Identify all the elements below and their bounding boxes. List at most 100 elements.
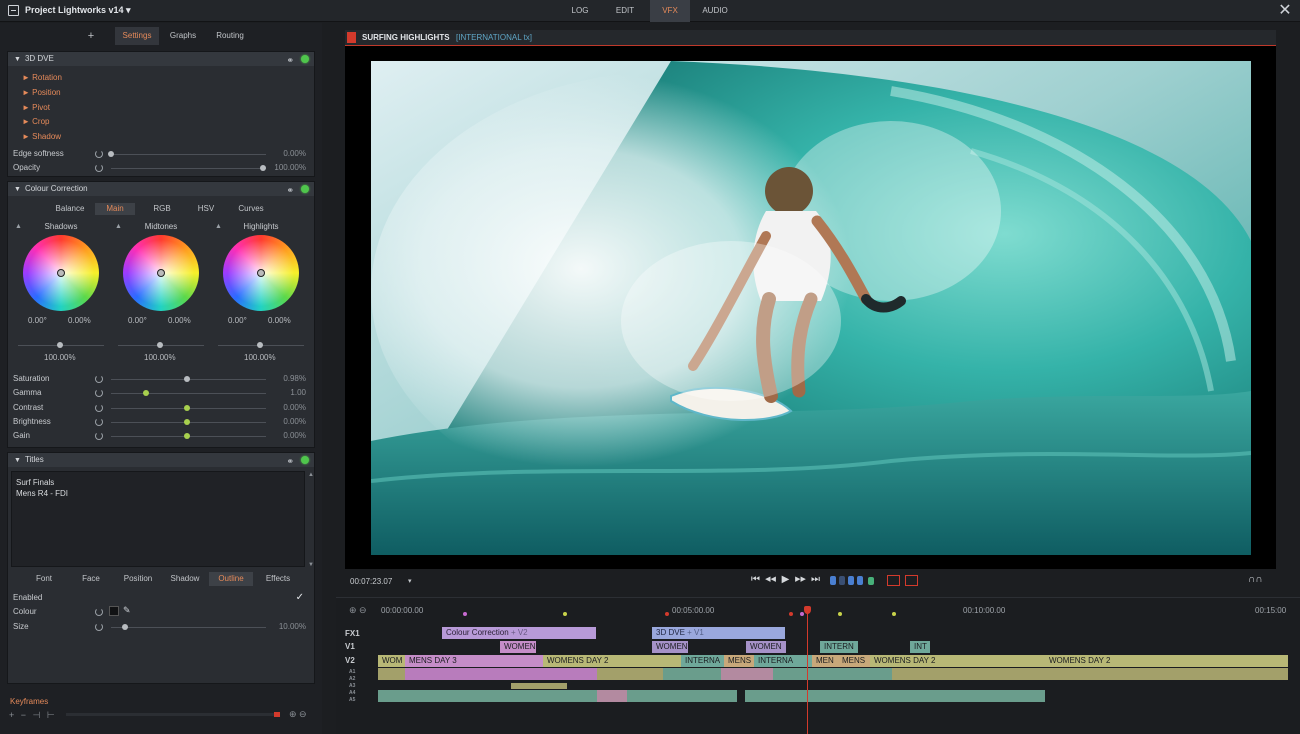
v1-clip[interactable]: WOMEN [500,641,536,653]
tab-audio[interactable]: AUDIO [694,0,736,22]
reset-icon[interactable] [95,432,103,440]
v2-clip[interactable]: WOMENS DAY 2 [870,655,1045,667]
link-icon[interactable]: ⚭ [286,53,294,67]
size-slider[interactable] [111,627,266,628]
timeline[interactable]: ⊕ ⊖ 00:00:00.00 00:05:00.00 00:10:00.00 … [336,597,1300,734]
collapse-triangle-icon[interactable]: ▼ [14,183,21,197]
keyframe-playhead[interactable] [274,712,280,717]
enabled-checkbox[interactable]: ✓ [296,592,304,603]
dve-item-rotation[interactable]: ► Rotation [22,73,62,82]
audio-clip[interactable] [721,668,773,680]
reset-icon[interactable] [95,389,103,397]
viewer-timecode[interactable]: 00:07:23.07 [350,577,392,586]
collapse-triangle-icon[interactable]: ▼ [14,53,21,67]
go-to-end-button[interactable]: ⏭ [809,573,822,587]
enabled-dot-icon[interactable] [301,456,309,464]
track-label-fx1[interactable]: FX1 [345,629,360,638]
audio-clip[interactable] [597,668,663,680]
brightness-knob[interactable] [184,419,190,425]
titles-tab-outline[interactable]: Outline [209,572,253,586]
v2-clip[interactable]: WOMENS DAY 2 [1045,655,1288,667]
audio-clip[interactable] [971,690,1045,702]
text-scrollbar[interactable]: ▲ ▼ [308,472,316,568]
audio-clip[interactable] [597,690,627,702]
wheel-handle[interactable] [57,269,65,277]
midtones-wheel[interactable] [123,235,199,311]
v1-clip[interactable]: WOMEN [652,641,688,653]
timeline-marker[interactable] [838,612,842,616]
v2-clip[interactable]: MEN [812,655,838,667]
cc-tab-balance[interactable]: Balance [50,203,90,215]
midtones-level-knob[interactable] [157,342,163,348]
track-label-a5[interactable]: A5 [349,697,355,703]
v2-clip[interactable]: WOM [378,655,405,667]
v2-clip[interactable]: WOMENS DAY 2 [543,655,681,667]
edge-softness-slider[interactable] [111,154,266,155]
colour-swatch[interactable] [109,606,119,616]
opacity-knob[interactable] [260,165,266,171]
keyframe-track[interactable] [66,712,280,717]
highlights-level-knob[interactable] [257,342,263,348]
track-label-v1[interactable]: V1 [345,642,355,651]
track-label-a1[interactable]: A1 [349,669,355,675]
edge-softness-knob[interactable] [108,151,114,157]
titles-tab-shadow[interactable]: Shadow [163,572,207,586]
timeline-marker[interactable] [800,612,804,616]
v1-clip[interactable]: INTERN [820,641,858,653]
close-icon[interactable]: ✕ [1276,2,1294,20]
highlights-wheel[interactable] [223,235,299,311]
cc-header[interactable]: ▼ Colour Correction ⚭ [8,182,314,196]
cc-tab-rgb[interactable]: RGB [142,203,182,215]
eyedropper-icon[interactable]: ✎ [123,605,131,616]
track-label-a4[interactable]: A4 [349,690,355,696]
project-title[interactable]: Project Lightworks v14 ▾ [25,5,131,16]
audio-clip[interactable] [773,668,892,680]
cc-tab-curves[interactable]: Curves [231,203,271,215]
v1-clip[interactable]: INT [910,641,930,653]
v2-clip[interactable]: MENS DAY 3 [405,655,543,667]
titles-tab-effects[interactable]: Effects [256,572,300,586]
audio-clip[interactable] [745,690,971,702]
cc-tab-hsv[interactable]: HSV [186,203,226,215]
zoom-icons[interactable]: ⊕ ⊖ [289,709,307,720]
wheel-handle[interactable] [257,269,265,277]
timeline-marker[interactable] [563,612,567,616]
v1-clip[interactable]: WOMEN [746,641,786,653]
mark-in-out-icons[interactable] [830,576,878,586]
timeline-marker[interactable] [789,612,793,616]
size-knob[interactable] [122,624,128,630]
title-text-area[interactable]: Surf Finals Mens R4 - FDI ▲ ▼ [11,471,314,568]
titles-tab-position[interactable]: Position [116,572,160,586]
v2-clip[interactable]: MENS [724,655,754,667]
video-frame-surfer-image[interactable] [371,61,1251,555]
enabled-dot-icon[interactable] [301,185,309,193]
dve-item-shadow[interactable]: ► Shadow [22,132,61,141]
titles-tab-face[interactable]: Face [70,572,112,586]
safe-area-icon[interactable] [887,575,900,586]
tab-edit[interactable]: EDIT [604,0,646,22]
shadows-level-knob[interactable] [57,342,63,348]
v2-clip[interactable]: INTERNA [754,655,812,667]
grid-icon[interactable] [905,575,918,586]
reset-icon[interactable] [95,623,103,631]
reset-icon[interactable] [95,164,103,172]
reset-icon[interactable] [95,404,103,412]
gamma-knob[interactable] [143,390,149,396]
tab-routing[interactable]: Routing [208,27,252,45]
wheel-handle[interactable] [157,269,165,277]
cc-tab-main[interactable]: Main [95,203,135,215]
dve-item-pivot[interactable]: ► Pivot [22,103,50,112]
audio-clip[interactable] [663,668,721,680]
go-to-start-button[interactable]: ⏮ [749,573,762,587]
v2-clip[interactable]: INTERNA [681,655,724,667]
keyframe-nav-icons[interactable]: + − ⊣ ⊢ [9,710,57,721]
titles-header[interactable]: ▼ Titles ⚭ [8,453,314,467]
audio-clip[interactable] [511,683,567,689]
dve-item-position[interactable]: ► Position [22,88,61,97]
collapse-triangle-icon[interactable]: ▼ [14,454,21,468]
v2-clip[interactable]: MENS [838,655,870,667]
tab-settings[interactable]: Settings [115,27,159,45]
track-label-v2[interactable]: V2 [345,656,355,665]
play-button[interactable]: ▶ [779,573,792,587]
dve-header[interactable]: ▼ 3D DVE ⚭ [8,52,314,66]
